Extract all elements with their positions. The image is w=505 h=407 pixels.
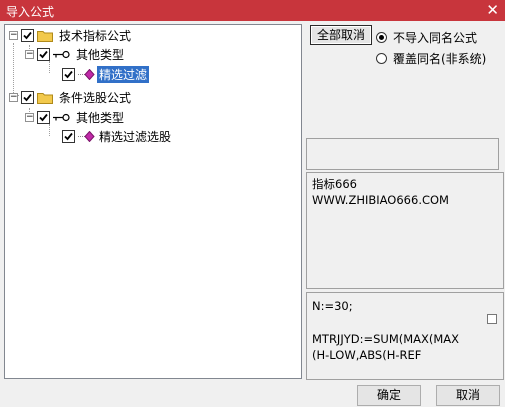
node-checkbox[interactable] bbox=[21, 28, 34, 42]
key-icon bbox=[53, 113, 70, 121]
checkmark-icon bbox=[23, 93, 32, 101]
checkmark-icon bbox=[23, 31, 32, 39]
node-checkbox[interactable] bbox=[37, 110, 50, 124]
radio-label: 覆盖同名(非系统) bbox=[393, 52, 487, 66]
deselect-all-button[interactable]: 全部取消 bbox=[310, 25, 372, 45]
folder-icon bbox=[37, 30, 53, 42]
tree-node-other-types-2[interactable]: − 其他类型 bbox=[25, 108, 126, 126]
node-checkbox[interactable] bbox=[62, 129, 75, 143]
formula-line: N:=30; bbox=[312, 299, 353, 313]
radio-label: 不导入同名公式 bbox=[393, 31, 478, 45]
formula-info-panel: 指标666 WWW.ZHIBIAO666.COM bbox=[306, 172, 504, 289]
node-checkbox[interactable] bbox=[62, 67, 75, 81]
node-label: 其他类型 bbox=[76, 47, 125, 62]
checkmark-icon bbox=[39, 50, 48, 58]
collapse-icon[interactable]: − bbox=[9, 30, 18, 40]
import-formula-dialog: 导入公式 ✕ − 技术指标公式 − 其他类型 精选过滤 − 条件选股公式 − 其… bbox=[0, 0, 505, 407]
radio-button[interactable] bbox=[376, 32, 387, 43]
tree-node-other-types[interactable]: − 其他类型 bbox=[25, 45, 126, 63]
node-checkbox[interactable] bbox=[37, 47, 50, 61]
radio-button[interactable] bbox=[376, 53, 387, 64]
key-icon bbox=[53, 50, 70, 58]
radio-no-import[interactable]: 不导入同名公式 bbox=[376, 29, 477, 46]
cancel-button[interactable]: 取消 bbox=[436, 385, 500, 406]
node-label: 精选过滤选股 bbox=[99, 129, 172, 144]
tree-node-indicator-formulas[interactable]: − 技术指标公式 bbox=[9, 26, 133, 44]
collapse-icon[interactable]: − bbox=[25, 49, 34, 59]
formula-line: MTRJJYD:=SUM(MAX(MAX bbox=[312, 332, 460, 346]
checkmark-icon bbox=[64, 70, 73, 78]
radio-selected-dot bbox=[379, 35, 384, 40]
window-title: 导入公式 bbox=[6, 5, 55, 19]
tree-node-filter-selection-formula[interactable]: 精选过滤选股 bbox=[45, 127, 173, 145]
info-line: WWW.ZHIBIAO666.COM bbox=[312, 193, 449, 207]
formula-gem-icon bbox=[78, 130, 95, 142]
formula-source-panel[interactable]: N:=30; MTRJJYD:=SUM(MAX(MAX (H-LOW,ABS(H… bbox=[306, 292, 504, 380]
node-label: 精选过滤 bbox=[97, 65, 150, 83]
small-checkbox[interactable] bbox=[487, 314, 497, 324]
node-label: 其他类型 bbox=[76, 110, 125, 125]
empty-status-panel bbox=[306, 138, 499, 170]
formula-line: (H-LOW,ABS(H-REF bbox=[312, 348, 422, 362]
tree-node-filter-formula[interactable]: 精选过滤 bbox=[45, 65, 150, 83]
checkmark-icon bbox=[64, 132, 73, 140]
formula-tree[interactable]: − 技术指标公式 − 其他类型 精选过滤 − 条件选股公式 − 其他类型 精选过… bbox=[4, 24, 302, 379]
node-checkbox[interactable] bbox=[21, 90, 34, 104]
collapse-icon[interactable]: − bbox=[9, 92, 18, 102]
radio-overwrite[interactable]: 覆盖同名(非系统) bbox=[376, 50, 486, 67]
close-icon[interactable]: ✕ bbox=[486, 1, 499, 19]
title-bar: 导入公式 ✕ bbox=[0, 0, 505, 21]
tree-node-stock-selection-formulas[interactable]: − 条件选股公式 bbox=[9, 88, 133, 106]
checkmark-icon bbox=[39, 113, 48, 121]
formula-gem-icon bbox=[78, 68, 95, 80]
folder-icon bbox=[37, 92, 53, 104]
info-line: 指标666 bbox=[312, 177, 357, 191]
node-label: 条件选股公式 bbox=[59, 90, 132, 105]
node-label: 技术指标公式 bbox=[59, 28, 132, 43]
ok-button[interactable]: 确定 bbox=[357, 385, 421, 406]
collapse-icon[interactable]: − bbox=[25, 112, 34, 122]
